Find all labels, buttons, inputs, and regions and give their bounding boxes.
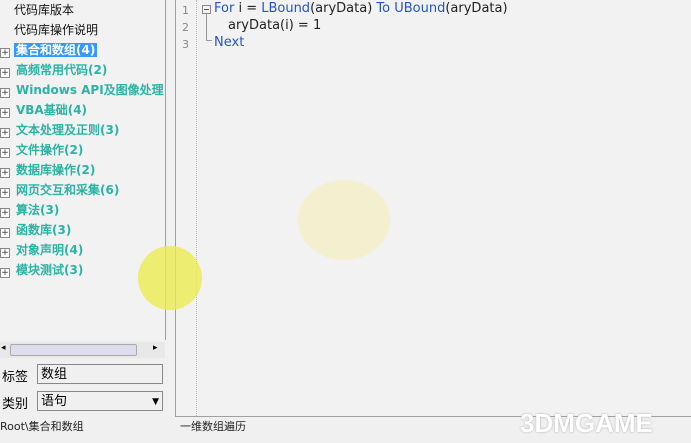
expand-icon[interactable]: +	[0, 188, 10, 198]
mascot-image	[298, 180, 390, 260]
scroll-right-icon[interactable]: ▸	[153, 343, 158, 353]
tree-node[interactable]: + 集合和数组(4)	[0, 41, 98, 59]
tree-node[interactable]: + Windows API及图像处理	[0, 81, 165, 99]
tree-node[interactable]: + 高频常用代码(2)	[0, 61, 109, 79]
tree-node-label: 文本处理及正则(3)	[16, 123, 120, 137]
code-editor[interactable]: 1 2 3 − For i = LBound(aryData) To UBoun…	[175, 0, 691, 417]
expand-icon[interactable]: +	[0, 88, 10, 98]
expand-icon[interactable]: +	[0, 168, 10, 178]
tree-node-label: 高频常用代码(2)	[16, 63, 108, 77]
tree-node-label: 算法(3)	[16, 203, 60, 217]
category-select[interactable]: 语句 ▼	[37, 391, 163, 411]
scroll-left-icon[interactable]: ◂	[1, 343, 6, 353]
code-line-1: For i = LBound(aryData) To UBound(aryDat…	[214, 1, 508, 16]
expand-icon[interactable]: +	[0, 228, 10, 238]
tree-node-label: Windows API及图像处理	[16, 83, 164, 97]
line-gutter: 1 2 3	[176, 0, 197, 416]
tree-node[interactable]: + 模块测试(3)	[0, 261, 85, 279]
tag-input[interactable]: 数组	[37, 364, 163, 384]
fold-collapse-icon[interactable]: −	[202, 5, 211, 14]
expand-icon[interactable]: +	[0, 148, 10, 158]
expand-icon[interactable]: +	[0, 128, 10, 138]
cursor-highlight	[138, 246, 202, 310]
tree-node[interactable]: + 函数库(3)	[0, 221, 73, 239]
fold-line	[206, 14, 212, 41]
tree-node-label: 数据库操作(2)	[16, 163, 96, 177]
chevron-down-icon[interactable]: ▼	[152, 392, 159, 412]
expand-icon[interactable]: +	[0, 48, 10, 58]
tree-node-label: VBA基础(4)	[16, 103, 88, 117]
tree-node-label: 模块测试(3)	[16, 263, 84, 277]
tree-node[interactable]: + 对象声明(4)	[0, 241, 85, 259]
tree-node-label: 集合和数组(4)	[14, 43, 98, 57]
tag-label: 标签	[2, 370, 29, 385]
expand-icon[interactable]: +	[0, 68, 10, 78]
tree-node-label: 对象声明(4)	[16, 243, 84, 257]
tree-node[interactable]: + 数据库操作(2)	[0, 161, 97, 179]
watermark-logo: 3DMGAME	[520, 408, 653, 438]
tree-node-label: 网页交互和采集(6)	[16, 183, 120, 197]
line-number: 3	[182, 38, 189, 51]
tree-node[interactable]: + 文件操作(2)	[0, 141, 85, 159]
tree-node[interactable]: + VBA基础(4)	[0, 101, 89, 119]
tree-leaf-help[interactable]: 代码库操作说明	[0, 21, 98, 39]
status-path: Root\集合和数组	[0, 420, 84, 433]
status-description: 一维数组遍历	[180, 420, 246, 433]
expand-icon[interactable]: +	[0, 268, 10, 278]
expand-icon[interactable]: +	[0, 208, 10, 218]
line-number: 2	[182, 21, 189, 34]
tree-horizontal-scrollbar[interactable]: ◂ ▸	[0, 342, 165, 358]
tree-node-label: 函数库(3)	[16, 223, 72, 237]
line-number: 1	[182, 4, 189, 17]
category-value: 语句	[41, 394, 68, 409]
tree-node[interactable]: + 算法(3)	[0, 201, 61, 219]
category-label: 类别	[2, 397, 29, 412]
tree-node[interactable]: + 网页交互和采集(6)	[0, 181, 121, 199]
expand-icon[interactable]: +	[0, 108, 10, 118]
expand-icon[interactable]: +	[0, 248, 10, 258]
tree-node[interactable]: + 文本处理及正则(3)	[0, 121, 121, 139]
code-line-3: Next	[214, 35, 245, 50]
tree-leaf-version[interactable]: 代码库版本	[0, 1, 74, 19]
code-line-2: aryData(i) = 1	[228, 18, 322, 33]
scroll-thumb[interactable]	[10, 344, 137, 356]
tree-node-label: 文件操作(2)	[16, 143, 84, 157]
